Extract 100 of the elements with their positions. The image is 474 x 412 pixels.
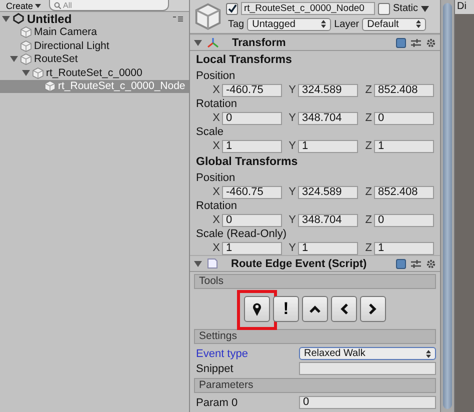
field-label: Param 0	[196, 396, 239, 408]
foldout-icon[interactable]	[194, 38, 202, 46]
property-label: Rotation	[195, 97, 238, 111]
section-header: Parameters	[194, 378, 436, 393]
property-label: Position	[195, 171, 236, 185]
chevron-right-icon	[369, 303, 377, 315]
tool-button[interactable]	[360, 296, 386, 322]
number-field[interactable]: 1	[374, 242, 434, 254]
number-field[interactable]: 852.408	[374, 186, 434, 198]
settings-icon[interactable]	[426, 258, 436, 268]
axis-label: Z	[364, 242, 372, 254]
tool-button[interactable]: !	[273, 296, 299, 322]
axis-label: X	[212, 214, 220, 226]
cube-icon	[20, 40, 32, 52]
hierarchy-item[interactable]: Directional Light	[0, 39, 189, 52]
section-header: Tools	[194, 274, 436, 289]
search-icon	[54, 2, 62, 8]
scrollbar[interactable]	[441, 0, 455, 412]
property-label: Scale	[195, 125, 225, 139]
tool-button[interactable]	[244, 296, 270, 322]
text-field[interactable]	[299, 362, 436, 375]
section-header: Settings	[194, 329, 436, 344]
tool-button[interactable]	[331, 296, 357, 322]
number-field[interactable]: 324.589	[298, 84, 358, 96]
static-label: Static	[393, 3, 418, 14]
help-icon[interactable]	[396, 38, 406, 48]
component-header[interactable]: Transform	[190, 34, 440, 51]
object-name-field[interactable]: rt_RouteSet_c_0000_Node0	[241, 2, 375, 16]
sliders-icon[interactable]	[411, 258, 421, 268]
number-field[interactable]: 1	[222, 242, 282, 254]
property-label: Scale (Read-Only)	[195, 227, 288, 241]
active-checkbox[interactable]	[226, 2, 238, 15]
pin-icon	[252, 302, 262, 316]
number-field[interactable]: 852.408	[374, 84, 434, 96]
menu-icon[interactable]	[173, 16, 183, 22]
axis-label: Z	[364, 214, 372, 226]
number-field[interactable]: 0	[374, 112, 434, 124]
foldout-icon[interactable]	[194, 260, 202, 268]
number-field[interactable]: 1	[298, 140, 358, 152]
up-down-caret-icon	[416, 20, 422, 28]
axis-label: Y	[288, 186, 296, 198]
tag-dropdown[interactable]: Untagged	[247, 18, 332, 31]
axis-label: Y	[288, 84, 296, 96]
text-field[interactable]: 0	[299, 396, 436, 409]
component-header[interactable]: Route Edge Event (Script)	[190, 255, 440, 272]
axis-label: Z	[364, 112, 372, 124]
axis-label: Z	[364, 84, 372, 96]
foldout-icon[interactable]	[2, 14, 10, 23]
event-type-dropdown[interactable]: Relaxed Walk	[299, 347, 436, 360]
settings-icon[interactable]	[426, 38, 436, 48]
scene-title: Untitled	[27, 12, 72, 26]
axis-label: X	[212, 140, 220, 152]
field-label: Event type	[196, 348, 249, 360]
number-field[interactable]: 348.704	[298, 214, 358, 226]
number-field[interactable]: 1	[374, 140, 434, 152]
group-title: Global Transforms	[195, 155, 299, 170]
cube-icon	[32, 66, 44, 79]
layer-dropdown[interactable]: Default	[362, 18, 426, 31]
group-title: Local Transforms	[195, 53, 293, 68]
panel-tab[interactable]: Di	[455, 0, 474, 14]
axis-label: Y	[288, 112, 296, 124]
foldout-icon[interactable]	[22, 68, 30, 77]
number-field[interactable]: 348.704	[298, 112, 358, 124]
number-field[interactable]: 1	[298, 242, 358, 254]
axis-label: X	[212, 112, 220, 124]
layer-label: Layer	[334, 18, 360, 30]
field-label: Snippet	[196, 362, 234, 374]
number-field[interactable]: 0	[222, 214, 282, 226]
hierarchy-item[interactable]: RouteSet	[0, 52, 189, 66]
number-field[interactable]: 0	[222, 112, 282, 124]
help-icon[interactable]	[396, 258, 406, 268]
axis-label: X	[212, 242, 220, 254]
hierarchy-item[interactable]: rt_RouteSet_c_0000	[0, 66, 189, 80]
sliders-icon[interactable]	[411, 38, 421, 48]
dropdown-icon[interactable]	[421, 6, 430, 12]
axis-label: X	[212, 84, 220, 96]
cube-icon	[44, 80, 56, 92]
axis-label: Z	[364, 186, 372, 198]
static-checkbox[interactable]	[378, 2, 390, 15]
number-field[interactable]: 0	[374, 214, 434, 226]
foldout-icon[interactable]	[10, 55, 18, 64]
property-label: Position	[195, 69, 236, 83]
up-down-caret-icon	[321, 20, 326, 28]
create-button[interactable]: Create	[4, 1, 44, 11]
up-down-caret-icon	[426, 350, 431, 358]
tool-button[interactable]	[302, 296, 328, 322]
axes-icon	[207, 37, 219, 48]
cube-icon	[20, 53, 32, 66]
number-field[interactable]: 324.589	[298, 186, 358, 198]
script-icon	[207, 258, 218, 269]
property-label: Rotation	[195, 199, 238, 213]
axis-label: Y	[288, 242, 296, 254]
number-field[interactable]: 1	[222, 140, 282, 152]
axis-label: Y	[288, 140, 296, 152]
number-field[interactable]: -460.75	[222, 186, 282, 198]
chevron-left-icon	[340, 303, 348, 315]
hierarchy-item[interactable]: Main Camera	[0, 26, 189, 39]
chevron-up-icon	[309, 305, 321, 313]
caret-icon	[35, 4, 42, 8]
number-field[interactable]: -460.75	[222, 84, 282, 96]
